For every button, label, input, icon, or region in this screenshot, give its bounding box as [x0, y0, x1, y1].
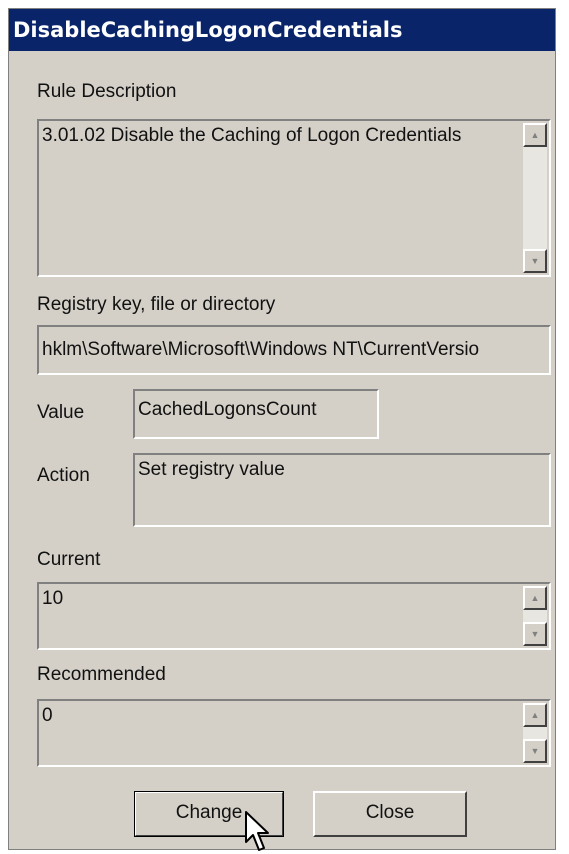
scroll-up-arrow-icon[interactable]: ▲	[523, 703, 547, 727]
rule-description-box[interactable]: 3.01.02 Disable the Caching of Logon Cre…	[37, 119, 551, 277]
scroll-down-arrow-icon[interactable]: ▼	[523, 739, 547, 763]
value-label: Value	[37, 402, 85, 423]
recommended-box[interactable]: 0 ▲ ▼	[37, 699, 551, 767]
mouse-pointer-icon	[245, 811, 269, 851]
action-field[interactable]: Set registry value	[133, 453, 551, 527]
recommended-scrollbar[interactable]: ▲ ▼	[523, 703, 547, 763]
value-text: CachedLogonsCount	[138, 399, 317, 420]
registry-field[interactable]: hklm\Software\Microsoft\Windows NT\Curre…	[37, 325, 551, 375]
scroll-up-arrow-icon[interactable]: ▲	[523, 123, 547, 147]
recommended-label: Recommended	[37, 664, 166, 685]
scroll-up-arrow-icon[interactable]: ▲	[523, 586, 547, 610]
action-text: Set registry value	[138, 459, 285, 480]
registry-label: Registry key, file or directory	[37, 294, 276, 315]
action-label: Action	[37, 465, 90, 486]
current-label: Current	[37, 549, 101, 570]
rule-description-label: Rule Description	[37, 81, 177, 102]
registry-text: hklm\Software\Microsoft\Windows NT\Curre…	[42, 339, 480, 360]
rule-description-text: 3.01.02 Disable the Caching of Logon Cre…	[42, 125, 462, 146]
recommended-text: 0	[42, 705, 53, 726]
current-box[interactable]: 10 ▲ ▼	[37, 582, 551, 650]
current-text: 10	[42, 588, 64, 609]
value-field[interactable]: CachedLogonsCount	[133, 389, 379, 439]
window-title: DisableCachingLogonCredentials	[9, 9, 555, 51]
scroll-down-arrow-icon[interactable]: ▼	[523, 249, 547, 273]
rule-description-scrollbar[interactable]: ▲ ▼	[523, 123, 547, 273]
close-button[interactable]: Close	[313, 791, 467, 837]
current-scrollbar[interactable]: ▲ ▼	[523, 586, 547, 646]
scroll-down-arrow-icon[interactable]: ▼	[523, 622, 547, 646]
rule-dialog: DisableCachingLogonCredentials Rule Desc…	[8, 8, 556, 850]
